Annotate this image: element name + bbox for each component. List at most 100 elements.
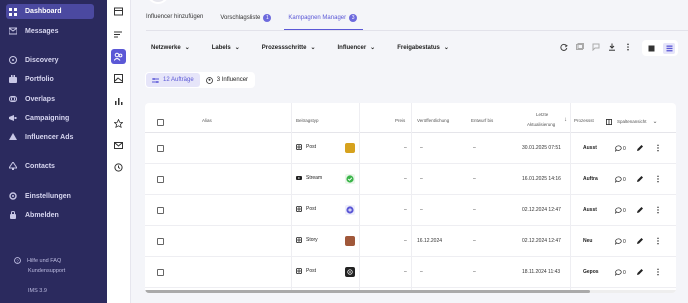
users-icon[interactable] [111, 49, 126, 64]
view-toggle [642, 40, 678, 56]
sidebar-item-influencer-ads[interactable]: Influencer Ads [9, 133, 73, 141]
overview-icon[interactable] [111, 4, 126, 19]
updated-value: 30.01.2025 07:51 [522, 145, 561, 151]
influencer-avatar[interactable] [345, 236, 355, 246]
list-icon[interactable] [111, 27, 126, 42]
sidebar-item-messages[interactable]: Messages [8, 27, 58, 35]
comments-button[interactable]: 0 [615, 269, 626, 276]
column-header-alias[interactable]: Alias [202, 118, 212, 123]
toolbar [559, 42, 639, 52]
filter-labels[interactable]: Labels ⌄ [212, 44, 240, 52]
draft-value: – [473, 176, 476, 182]
filter-networks[interactable]: Netzwerke ⌄ [151, 44, 190, 52]
more-vertical-icon[interactable] [653, 267, 662, 276]
influencer-avatar[interactable] [345, 267, 355, 277]
bar-chart-icon[interactable] [111, 94, 126, 109]
status-badge[interactable]: Ausst [583, 145, 597, 151]
contacts-icon [8, 161, 18, 170]
sidebar-item-portfolio[interactable]: Portfolio [9, 74, 54, 83]
tab-bar: Influencer hinzufügen Vorschlagsliste 1 K… [146, 10, 374, 31]
scrollbar-thumb[interactable] [145, 290, 590, 293]
grid-view-icon[interactable] [645, 43, 657, 54]
more-vertical-icon[interactable] [653, 174, 662, 183]
comment-icon [615, 207, 622, 214]
column-header-type[interactable]: Beitragstyp [296, 118, 319, 123]
sidebar-item-discovery[interactable]: Discovery [9, 56, 58, 64]
row-checkbox[interactable] [157, 269, 164, 276]
settings-icon [9, 192, 17, 200]
sidebar-item-settings[interactable]: Einstellungen [9, 192, 71, 200]
status-badge[interactable]: Neu [583, 238, 592, 244]
more-vertical-icon[interactable] [653, 236, 662, 245]
row-checkbox[interactable] [157, 207, 164, 214]
chat-icon[interactable] [591, 42, 601, 52]
tab-campaign-manager[interactable]: Kampagnen Manager 3 [284, 10, 363, 31]
comment-count: 0 [623, 269, 626, 276]
tab-add-influencer[interactable]: Influencer hinzufügen [146, 10, 203, 30]
mail-icon[interactable] [111, 138, 126, 153]
comment-count: 0 [623, 145, 626, 152]
column-header-process[interactable]: Prozessst [574, 118, 594, 123]
segment-orders[interactable]: 12 Aufträge [146, 73, 200, 87]
edit-pencil-icon[interactable] [635, 174, 644, 183]
influencer-avatar[interactable] [345, 174, 355, 184]
status-badge[interactable]: Auftra [583, 176, 598, 182]
table-row[interactable]: Story – 16.12.2024 – 02.12.2024 12:47 Ne… [145, 226, 676, 257]
edit-pencil-icon[interactable] [635, 267, 644, 276]
table-row[interactable]: Post – – – 18.11.2024 11:43 Gepos 0 [145, 257, 676, 288]
column-header-updated[interactable]: Letzte [536, 112, 548, 117]
messages-icon [8, 27, 18, 35]
table-row[interactable]: Post – – – 30.01.2025 07:51 Ausst 0 [145, 133, 676, 164]
row-checkbox[interactable] [157, 238, 164, 245]
column-header-price[interactable]: Preis [395, 118, 405, 123]
comments-button[interactable]: 0 [615, 145, 626, 152]
sidebar-item-contacts[interactable]: Contacts [8, 161, 55, 170]
updated-value: 02.12.2024 12:47 [522, 238, 561, 244]
row-checkbox[interactable] [157, 176, 164, 183]
edit-pencil-icon[interactable] [635, 236, 644, 245]
column-header-draft[interactable]: Entwurf bis [471, 118, 493, 123]
table-row[interactable]: Stream – – – 16.01.2025 14:16 Auftra 0 [145, 164, 676, 195]
filter-influencer[interactable]: Influencer ⌄ [337, 44, 375, 52]
instagram-icon [296, 268, 302, 274]
help-link[interactable]: ? Hilfe und FAQ [14, 257, 61, 264]
edit-pencil-icon[interactable] [635, 205, 644, 214]
horizontal-scrollbar[interactable] [145, 290, 676, 293]
count-badge: 3 [349, 14, 358, 22]
sidebar-item-logout[interactable]: Abmelden [9, 210, 59, 219]
refresh-icon[interactable] [559, 42, 569, 52]
sort-desc-icon[interactable]: ↓ [564, 117, 567, 123]
filter-process-steps[interactable]: Prozessschritte ⌄ [262, 44, 316, 52]
column-header-published[interactable]: Veröffentlichung [417, 118, 449, 123]
segment-influencers[interactable]: 3 Influencer [200, 73, 254, 87]
gallery-icon[interactable] [575, 42, 585, 52]
status-badge[interactable]: Ausst [583, 207, 597, 213]
discovery-icon [9, 56, 17, 64]
sidebar-item-dashboard[interactable]: Dashboard [6, 4, 94, 19]
edit-pencil-icon[interactable] [635, 143, 644, 152]
influencer-avatar[interactable] [345, 143, 355, 153]
history-icon[interactable] [111, 160, 126, 175]
comments-button[interactable]: 0 [615, 238, 626, 245]
sidebar-item-campaigning[interactable]: Campaigning [9, 114, 69, 122]
download-icon[interactable] [607, 42, 617, 52]
comments-button[interactable]: 0 [615, 176, 626, 183]
table-row[interactable]: Post – – – 02.12.2024 12:47 Ausst 0 [145, 195, 676, 226]
segment-switch: 12 Aufträge 3 Influencer [145, 72, 256, 88]
star-icon[interactable] [111, 116, 126, 131]
influencer-avatar[interactable] [345, 205, 355, 215]
tab-suggestion-list[interactable]: Vorschlagsliste 1 [220, 10, 272, 30]
more-vertical-icon[interactable] [653, 143, 662, 152]
more-vertical-icon[interactable] [653, 205, 662, 214]
support-link[interactable]: Kundensupport [28, 268, 65, 274]
status-badge[interactable]: Gepos [583, 269, 599, 275]
comments-button[interactable]: 0 [615, 207, 626, 214]
image-icon[interactable] [111, 71, 126, 86]
filter-approval-status[interactable]: Freigabestatus ⌄ [397, 44, 449, 52]
list-view-icon[interactable] [663, 42, 675, 54]
column-view-button[interactable]: Spaltenansicht ⌄ [606, 118, 658, 125]
row-checkbox[interactable] [157, 145, 164, 152]
select-all-checkbox[interactable] [157, 119, 164, 126]
sidebar-item-overlaps[interactable]: Overlaps [8, 95, 55, 103]
more-vertical-icon[interactable] [623, 42, 633, 52]
